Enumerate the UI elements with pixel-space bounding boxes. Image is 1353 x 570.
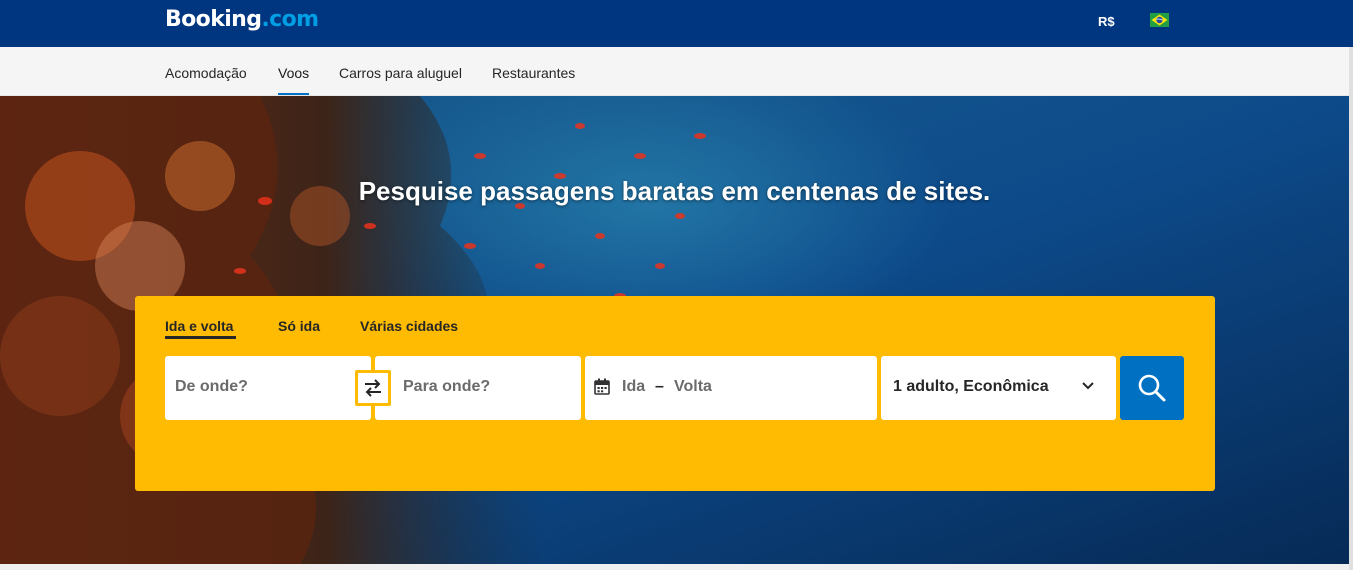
hero-title: Pesquise passagens baratas em centenas d…: [358, 176, 991, 206]
nav-active-indicator: [278, 93, 309, 95]
nav-item-carros[interactable]: Carros para aluguel: [339, 65, 462, 81]
depart-date-label: Ida: [622, 378, 646, 395]
passengers-cabin-value: 1 adulto, Econômica: [893, 378, 1049, 395]
search-button[interactable]: [1120, 356, 1184, 420]
logo-suffix-text: .com: [261, 7, 319, 32]
chevron-down-icon: [1082, 382, 1094, 390]
nav-item-restaurantes[interactable]: Restaurantes: [492, 65, 575, 81]
swap-origin-destination-button[interactable]: [355, 370, 391, 406]
date-separator: –: [655, 378, 664, 395]
trip-type-multi-city[interactable]: Várias cidades: [360, 318, 458, 334]
return-date-label: Volta: [674, 378, 712, 395]
hero-section: Pesquise passagens baratas em centenas d…: [0, 96, 1353, 564]
page-bottom-strip: [0, 564, 1353, 570]
flight-search-panel: Ida e volta Só ida Várias cidades De ond…: [135, 296, 1215, 491]
trip-type-round-trip[interactable]: Ida e volta: [165, 318, 233, 334]
search-icon: [1138, 374, 1166, 402]
date-range-field[interactable]: Ida – Volta: [585, 356, 877, 420]
brazil-flag-icon[interactable]: [1150, 13, 1169, 27]
destination-placeholder: Para onde?: [403, 378, 491, 395]
origin-field[interactable]: De onde?: [165, 356, 371, 420]
nav-item-voos[interactable]: Voos: [278, 65, 309, 81]
origin-placeholder: De onde?: [175, 378, 248, 395]
calendar-icon: [594, 378, 610, 395]
passengers-cabin-dropdown[interactable]: 1 adulto, Econômica: [881, 356, 1116, 420]
booking-logo[interactable]: Booking.com: [165, 7, 319, 32]
trip-type-one-way[interactable]: Só ida: [278, 318, 320, 334]
swap-arrows-icon: [365, 379, 381, 397]
destination-field[interactable]: Para onde?: [375, 356, 581, 420]
trip-type-active-indicator: [165, 336, 236, 339]
nav-item-acomodacao[interactable]: Acomodação: [165, 65, 247, 81]
logo-main-text: Booking: [165, 7, 262, 32]
top-bar: Booking.com R$: [0, 0, 1353, 47]
currency-selector[interactable]: R$: [1098, 14, 1115, 29]
product-nav: Acomodação Voos Carros para aluguel Rest…: [0, 47, 1353, 96]
scrollbar[interactable]: [1349, 47, 1353, 570]
